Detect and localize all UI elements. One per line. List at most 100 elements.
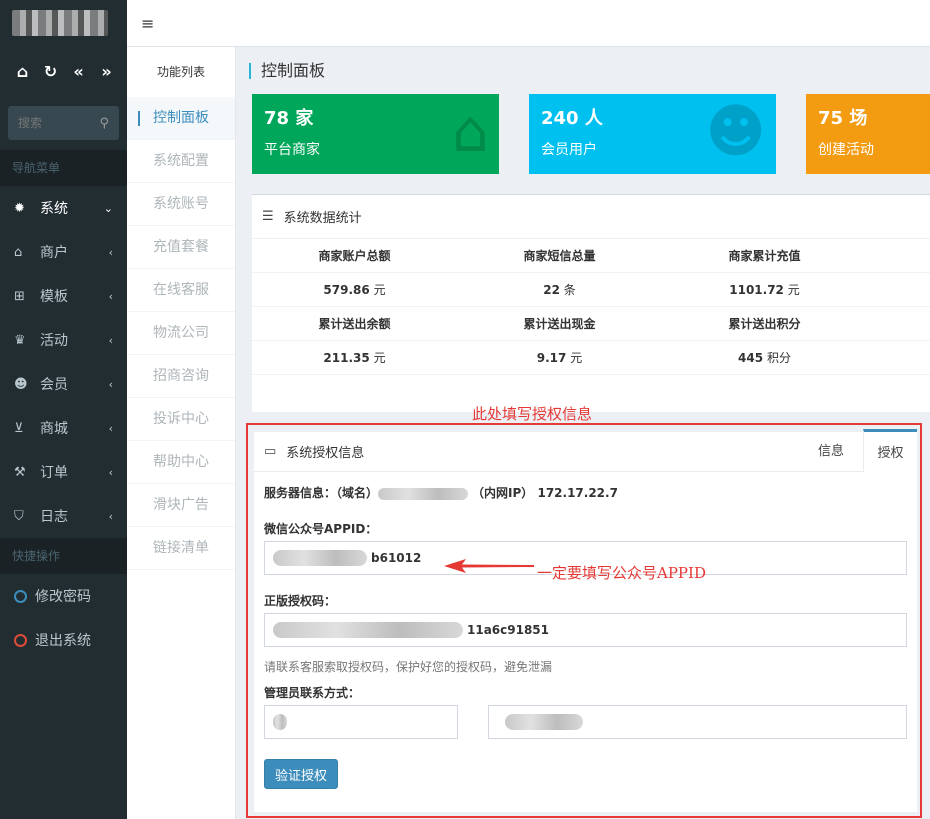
chevron-left-icon: ‹ xyxy=(108,289,113,303)
stat-value: 445 积分 xyxy=(738,351,791,365)
quick-item-label: 修改密码 xyxy=(35,589,91,605)
stat-head: 商家累计充值 xyxy=(728,249,801,263)
func-item-system-config[interactable]: 系统配置 xyxy=(127,140,235,183)
annotation-fill-auth: 此处填写授权信息 xyxy=(472,405,593,423)
stat-tile-activities: 75 场 创建活动 xyxy=(806,94,930,174)
chevron-left-icon: ‹ xyxy=(108,245,113,259)
home-icon: ⌂ xyxy=(14,244,23,260)
func-item-help-center[interactable]: 帮助中心 xyxy=(127,441,235,484)
stats-value-row: 211.35 元 9.17 元 445 积分 xyxy=(252,341,930,375)
func-item-slider-ads[interactable]: 滑块广告 xyxy=(127,484,235,527)
refresh-icon[interactable]: ↻ xyxy=(42,62,59,81)
verify-auth-button[interactable]: 验证授权 xyxy=(264,759,338,789)
sidebar-item-activity[interactable]: ♛ 活动 ‹ xyxy=(0,318,127,362)
func-item-online-service[interactable]: 在线客服 xyxy=(127,269,235,312)
auth-box-header: ▭ 系统授权信息 信息 授权 xyxy=(254,429,917,472)
sidebar-item-label: 商户 xyxy=(40,245,68,261)
redacted-text xyxy=(273,622,463,638)
redacted-text xyxy=(505,714,583,730)
sidebar-item-label: 订单 xyxy=(40,465,68,481)
search-box: ⚲ xyxy=(8,106,119,140)
stat-head: 商家短信总量 xyxy=(523,249,596,263)
inbox-icon: ▭ xyxy=(264,444,277,459)
contact-label: 管理员联系方式： xyxy=(264,686,361,700)
stat-head: 商家账户总额 xyxy=(318,249,391,263)
forward-icon[interactable]: » xyxy=(98,62,115,81)
chevron-left-icon: ‹ xyxy=(108,333,113,347)
circle-icon xyxy=(14,589,27,603)
stats-head-row: 商家账户总额 商家短信总量 商家累计充值 xyxy=(252,239,930,273)
chevron-left-icon: ‹ xyxy=(108,377,113,391)
func-item-investment-inquiry[interactable]: 招商咨询 xyxy=(127,355,235,398)
server-info: 服务器信息：（域名） （内网IP） 172.17.22.7 xyxy=(264,486,618,500)
annotation-appid-required: 一定要填写公众号APPID xyxy=(537,564,706,582)
contact-name-input[interactable] xyxy=(264,705,458,739)
sidebar-item-template[interactable]: ⊞ 模板 ‹ xyxy=(0,274,127,318)
chevron-down-icon: ⌄ xyxy=(103,201,113,215)
tab-info[interactable]: 信息 xyxy=(807,432,855,472)
home-icon[interactable]: ⌂ xyxy=(14,62,31,81)
main-sidebar: ⌂ ↻ « » ⚲ 导航菜单 ✹ 系统 ⌄ ⌂ 商户 ‹ ⊞ 模板 ‹ ♛ 活动… xyxy=(0,0,127,819)
function-list: 功能列表 控制面板 系统配置 系统账号 充值套餐 在线客服 物流公司 招商咨询 … xyxy=(127,47,236,819)
function-list-header: 功能列表 xyxy=(156,65,205,79)
search-icon[interactable]: ⚲ xyxy=(99,116,109,131)
backward-icon[interactable]: « xyxy=(70,62,87,81)
func-item-complaint-center[interactable]: 投诉中心 xyxy=(127,398,235,441)
auth-code-label: 正版授权码： xyxy=(264,594,337,608)
quick-toolbar: ⌂ ↻ « » xyxy=(0,46,127,96)
stats-head-row: 累计送出余额 累计送出现金 累计送出积分 xyxy=(252,307,930,341)
sidebar-item-order[interactable]: ⚒ 订单 ‹ xyxy=(0,450,127,494)
shield-icon: ⛉ xyxy=(14,508,24,524)
func-item-dashboard[interactable]: 控制面板 xyxy=(127,97,235,140)
change-password-link[interactable]: 修改密码 xyxy=(0,574,127,618)
func-item-logistics[interactable]: 物流公司 xyxy=(127,312,235,355)
stat-value: 579.86 元 xyxy=(323,283,386,297)
chevron-left-icon: ‹ xyxy=(108,421,113,435)
main-content: 控制面板 78 家 平台商家 ⌂ 240 人 会员用户 ☻ 75 场 创建活动 … xyxy=(236,47,930,819)
sidebar-item-system[interactable]: ✹ 系统 ⌄ xyxy=(0,186,127,230)
stat-value: 211.35 元 xyxy=(323,351,386,365)
func-item-link-list[interactable]: 链接清单 xyxy=(127,527,235,570)
sitemap-icon: ⊞ xyxy=(14,288,25,304)
redacted-text xyxy=(273,550,367,566)
appid-label: 微信公众号APPID： xyxy=(264,522,378,536)
gavel-icon: ⚒ xyxy=(14,464,26,480)
quick-header: 快捷操作 xyxy=(0,538,127,574)
search-input[interactable] xyxy=(18,116,88,130)
quick-item-label: 退出系统 xyxy=(35,633,91,649)
trophy-icon: ♛ xyxy=(14,332,26,348)
menu-toggle-icon[interactable]: ≡ xyxy=(141,14,154,33)
red-arrow-icon xyxy=(444,559,534,573)
func-item-system-account[interactable]: 系统账号 xyxy=(127,183,235,226)
stat-value: 22 条 xyxy=(543,283,576,297)
auth-title: 系统授权信息 xyxy=(286,446,365,461)
stats-title: 系统数据统计 xyxy=(283,211,362,226)
sidebar-item-log[interactable]: ⛉ 日志 ‹ xyxy=(0,494,127,538)
top-header: ≡ xyxy=(127,0,930,47)
auth-code-input[interactable]: 11a6c91851 xyxy=(264,613,907,647)
nav-header: 导航菜单 xyxy=(0,150,127,186)
sidebar-item-mall[interactable]: ⊻ 商城 ‹ xyxy=(0,406,127,450)
chevron-left-icon: ‹ xyxy=(108,509,113,523)
func-item-recharge-package[interactable]: 充值套餐 xyxy=(127,226,235,269)
logo-image xyxy=(12,10,108,36)
gear-icon: ✹ xyxy=(14,200,25,216)
auth-code-hint: 请联系客服索取授权码，保护好您的授权码，避免泄漏 xyxy=(264,660,553,674)
stat-value: 1101.72 元 xyxy=(729,283,800,297)
stats-box-header: ☰ 系统数据统计 xyxy=(252,195,930,239)
logout-link[interactable]: 退出系统 xyxy=(0,618,127,662)
sidebar-item-label: 活动 xyxy=(40,333,68,349)
cart-icon: ⊻ xyxy=(14,420,24,436)
sidebar-item-member[interactable]: ☻ 会员 ‹ xyxy=(0,362,127,406)
contact-phone-input[interactable] xyxy=(488,705,907,739)
sidebar-item-label: 日志 xyxy=(40,509,68,525)
sidebar-item-merchant[interactable]: ⌂ 商户 ‹ xyxy=(0,230,127,274)
stat-head: 累计送出积分 xyxy=(728,317,801,331)
sidebar-item-label: 模板 xyxy=(40,289,68,305)
home-icon: ⌂ xyxy=(452,97,489,165)
stats-box: ☰ 系统数据统计 商家账户总额 商家短信总量 商家累计充值 579.86 元 2… xyxy=(252,194,930,412)
tile-caption: 创建活动 xyxy=(818,142,874,158)
tab-auth[interactable]: 授权 xyxy=(863,429,917,472)
logo xyxy=(0,0,127,46)
tile-value: 75 场 xyxy=(818,108,868,129)
